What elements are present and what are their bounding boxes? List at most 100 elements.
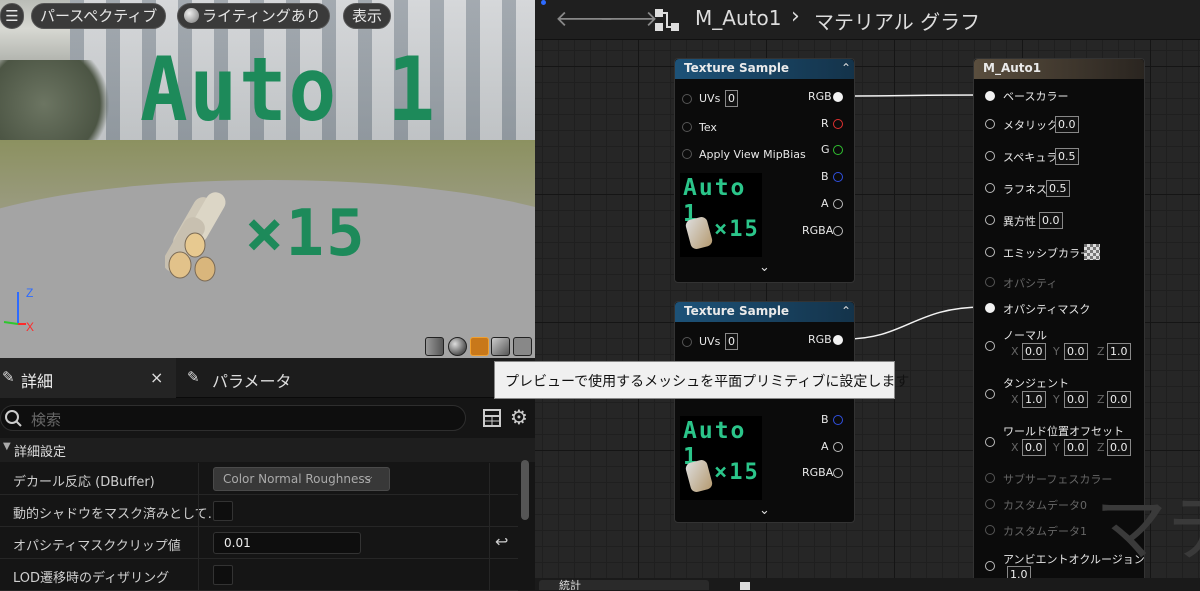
tangent-x-value[interactable]: 1.0 bbox=[1022, 391, 1046, 408]
preview-plane-icon[interactable] bbox=[470, 337, 489, 356]
texture-thumbnail: Auto 1 ×15 bbox=[680, 173, 762, 257]
opacity-mask-pin[interactable] bbox=[985, 303, 995, 313]
preview-custom-mesh-icon[interactable] bbox=[513, 337, 532, 356]
g-output-pin[interactable] bbox=[833, 145, 843, 155]
rgb-output-pin[interactable] bbox=[833, 335, 843, 345]
table-view-icon[interactable] bbox=[483, 409, 501, 427]
gear-icon[interactable]: ⚙ bbox=[510, 405, 528, 429]
lod-dither-checkbox[interactable] bbox=[213, 565, 233, 585]
axis-gizmo bbox=[3, 292, 26, 325]
axis-z-label: Z bbox=[26, 286, 34, 300]
emissive-pin[interactable] bbox=[985, 247, 995, 257]
property-row-lod-dither: LOD遷移時のディザリング bbox=[0, 559, 518, 591]
custom1-pin[interactable] bbox=[985, 525, 995, 535]
graph-watermark: マテ bbox=[1095, 487, 1200, 571]
material-graph[interactable]: 🡐 🡒 M_Auto1 › マテリアル グラフ Texture Sample ⌃… bbox=[535, 0, 1200, 590]
anisotropy-value[interactable]: 0.0 bbox=[1039, 212, 1063, 229]
tab-details[interactable]: ✎ 詳細 × bbox=[0, 358, 176, 398]
subsurface-pin[interactable] bbox=[985, 473, 995, 483]
search-placeholder: 検索 bbox=[31, 411, 62, 429]
a-output-pin[interactable] bbox=[833, 442, 843, 452]
opacity-pin[interactable] bbox=[985, 277, 995, 287]
property-row-opacity-clip: オパシティマスククリップ値 0.01 ↩ bbox=[0, 527, 518, 559]
uvs-value[interactable]: 0 bbox=[725, 333, 738, 350]
tab-parameters[interactable]: ✎ パラメータ bbox=[185, 358, 385, 398]
anisotropy-pin[interactable] bbox=[985, 215, 995, 225]
search-input[interactable]: 検索 bbox=[0, 405, 466, 431]
wpo-y-value[interactable]: 0.0 bbox=[1064, 439, 1088, 456]
chevron-up-icon[interactable]: ⌃ bbox=[841, 61, 851, 75]
preview-count-text: ×15 bbox=[245, 197, 367, 271]
preview-cylinder-icon[interactable] bbox=[425, 337, 444, 356]
uvs-value[interactable]: 0 bbox=[725, 90, 738, 107]
texture-sample-node-2[interactable]: Texture Sample ⌃ UVs 0 RGB B A RGBA Auto… bbox=[674, 301, 855, 523]
lighting-button[interactable]: ライティングあり bbox=[177, 3, 330, 29]
wpo-z-value[interactable]: 0.0 bbox=[1107, 439, 1131, 456]
metallic-value[interactable]: 0.0 bbox=[1055, 116, 1079, 133]
preview-viewport[interactable]: ☰ パースペクティブ ライティングあり 表示 Auto 1 ×15 Z X bbox=[0, 0, 535, 358]
normal-pin[interactable] bbox=[985, 341, 995, 351]
b-output-pin[interactable] bbox=[833, 172, 843, 182]
mipbias-input-pin[interactable] bbox=[682, 149, 692, 159]
reset-icon[interactable]: ↩ bbox=[495, 532, 508, 551]
bottom-tab-bar: 統計 bbox=[535, 578, 1200, 590]
normal-z-value[interactable]: 1.0 bbox=[1107, 343, 1131, 360]
tex-input-pin[interactable] bbox=[682, 122, 692, 132]
decal-response-dropdown[interactable]: Color Normal Roughness ⌵ bbox=[213, 467, 390, 491]
property-row-dynamic-shadow: 動的シャドウをマスク済みとして… bbox=[0, 495, 518, 527]
wpo-x-value[interactable]: 0.0 bbox=[1022, 439, 1046, 456]
lighting-icon bbox=[184, 8, 199, 23]
chevron-down-icon: ⌵ bbox=[364, 471, 373, 484]
roughness-pin[interactable] bbox=[985, 183, 995, 193]
property-row-decal-response: デカール反応 (DBuffer) Color Normal Roughness … bbox=[0, 463, 518, 495]
tangent-pin[interactable] bbox=[985, 389, 995, 399]
normal-y-value[interactable]: 0.0 bbox=[1064, 343, 1088, 360]
hamburger-icon[interactable]: ☰ bbox=[0, 3, 24, 29]
chevron-down-icon[interactable]: ⌄ bbox=[759, 503, 770, 518]
preview-sphere-icon[interactable] bbox=[448, 337, 467, 356]
specular-pin[interactable] bbox=[985, 151, 995, 161]
tangent-y-value[interactable]: 0.0 bbox=[1064, 391, 1088, 408]
node-title: Texture Sample bbox=[675, 302, 854, 322]
pencil-icon: ✎ bbox=[2, 368, 15, 386]
a-output-pin[interactable] bbox=[833, 199, 843, 209]
chevron-down-icon[interactable]: ⌄ bbox=[759, 260, 770, 275]
roughness-value[interactable]: 0.5 bbox=[1046, 180, 1070, 197]
node-title: Texture Sample bbox=[675, 59, 854, 79]
dynamic-shadow-checkbox[interactable] bbox=[213, 501, 233, 521]
chevron-down-icon: ▼ bbox=[3, 441, 11, 452]
base-color-pin[interactable] bbox=[985, 91, 995, 101]
uvs-input-pin[interactable] bbox=[682, 337, 692, 347]
preview-cube-icon[interactable] bbox=[491, 337, 510, 356]
tab-stats[interactable]: 統計 bbox=[539, 580, 709, 590]
ao-pin[interactable] bbox=[985, 561, 995, 571]
preview-title-text: Auto 1 bbox=[140, 38, 437, 141]
texture-sample-node-1[interactable]: Texture Sample ⌃ UVs 0 Tex Apply View Mi… bbox=[674, 58, 855, 283]
wood-logs-icon bbox=[165, 192, 226, 282]
custom0-pin[interactable] bbox=[985, 499, 995, 509]
uvs-input-pin[interactable] bbox=[682, 94, 692, 104]
metallic-pin[interactable] bbox=[985, 119, 995, 129]
perspective-button[interactable]: パースペクティブ bbox=[31, 3, 167, 29]
specular-value[interactable]: 0.5 bbox=[1055, 148, 1079, 165]
tangent-z-value[interactable]: 0.0 bbox=[1107, 391, 1131, 408]
r-output-pin[interactable] bbox=[833, 119, 843, 129]
show-button[interactable]: 表示 bbox=[343, 3, 392, 29]
details-tab-bar: ✎ 詳細 × ✎ パラメータ bbox=[0, 358, 535, 398]
axis-x-label: X bbox=[26, 320, 35, 334]
tooltip: プレビューで使用するメッシュを平面プリミティブに設定します bbox=[494, 361, 909, 399]
rgba-output-pin[interactable] bbox=[833, 226, 843, 236]
b-output-pin[interactable] bbox=[833, 415, 843, 425]
wpo-pin[interactable] bbox=[985, 437, 995, 447]
texture-thumbnail: Auto 1 ×15 bbox=[680, 416, 762, 500]
rgba-output-pin[interactable] bbox=[833, 468, 843, 478]
emissive-color-swatch[interactable] bbox=[1084, 244, 1100, 260]
close-icon[interactable]: × bbox=[150, 368, 163, 387]
details-scrollbar[interactable] bbox=[521, 460, 529, 520]
chevron-up-icon[interactable]: ⌃ bbox=[841, 304, 851, 318]
category-header[interactable]: ▼ 詳細設定 bbox=[0, 438, 535, 462]
rgb-output-pin[interactable] bbox=[833, 92, 843, 102]
opacity-clip-input[interactable]: 0.01 bbox=[213, 532, 361, 554]
search-icon bbox=[5, 410, 22, 427]
normal-x-value[interactable]: 0.0 bbox=[1022, 343, 1046, 360]
